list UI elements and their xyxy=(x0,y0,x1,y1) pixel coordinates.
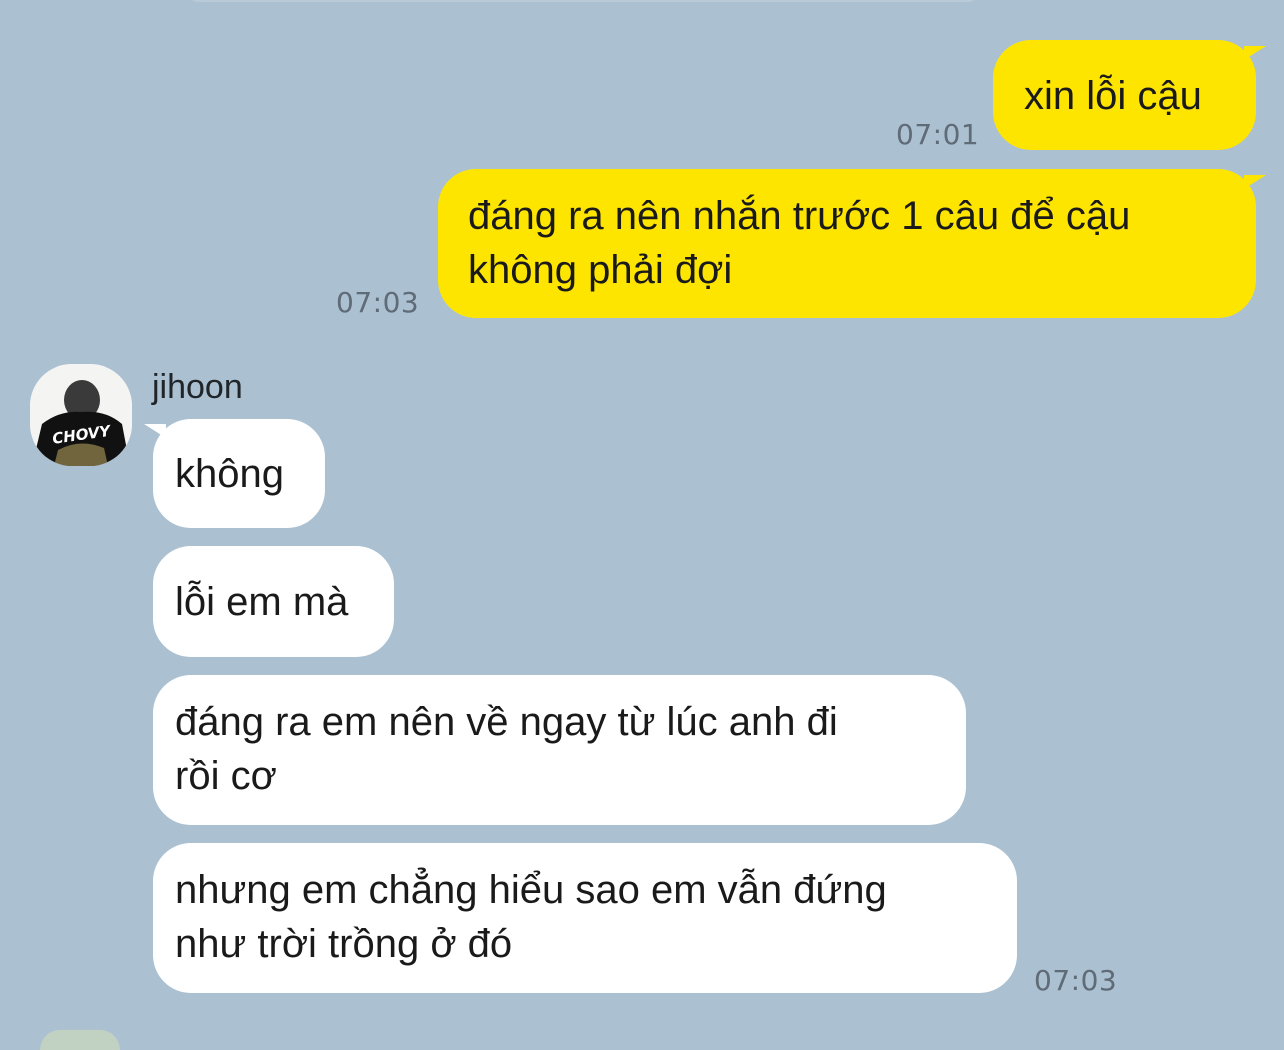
bubble-tail xyxy=(1244,46,1266,60)
message-text: xin lỗi cậu xyxy=(1024,74,1202,118)
message-bubble-incoming[interactable]: lỗi em mà xyxy=(153,546,394,657)
message-text-line: đáng ra em nên về ngay từ lúc anh đi xyxy=(175,700,838,744)
message-text: không xyxy=(175,452,284,496)
message-text-line: đáng ra nên nhắn trước 1 câu để cậu xyxy=(468,194,1131,238)
bubble-tail xyxy=(1244,175,1266,189)
message-text-line: không phải đợi xyxy=(468,248,733,292)
sender-name: jihoon xyxy=(152,368,243,406)
message-time: 07:03 xyxy=(1034,964,1118,997)
message-text-line: nhưng em chẳng hiểu sao em vẫn đứng xyxy=(175,868,887,912)
message-text-line: rồi cơ xyxy=(175,754,277,798)
profile-photo-icon: CHOVY xyxy=(30,364,132,466)
message-bubble-incoming[interactable]: đáng ra em nên về ngay từ lúc anh đi rồi… xyxy=(153,675,966,825)
contact-avatar[interactable]: CHOVY xyxy=(30,364,132,466)
message-bubble-incoming[interactable]: không xyxy=(153,419,325,528)
message-time: 07:03 xyxy=(336,286,420,319)
next-avatar-edge xyxy=(40,1030,120,1050)
message-text-line: như trời trồng ở đó xyxy=(175,922,513,966)
message-bubble-outgoing[interactable]: đáng ra nên nhắn trước 1 câu để cậu khôn… xyxy=(438,169,1256,318)
message-bubble-incoming[interactable]: nhưng em chẳng hiểu sao em vẫn đứng như … xyxy=(153,843,1017,993)
previous-message-edge xyxy=(188,0,978,2)
message-text: lỗi em mà xyxy=(175,580,349,624)
message-time: 07:01 xyxy=(896,118,980,151)
message-bubble-outgoing[interactable]: xin lỗi cậu xyxy=(993,40,1256,150)
